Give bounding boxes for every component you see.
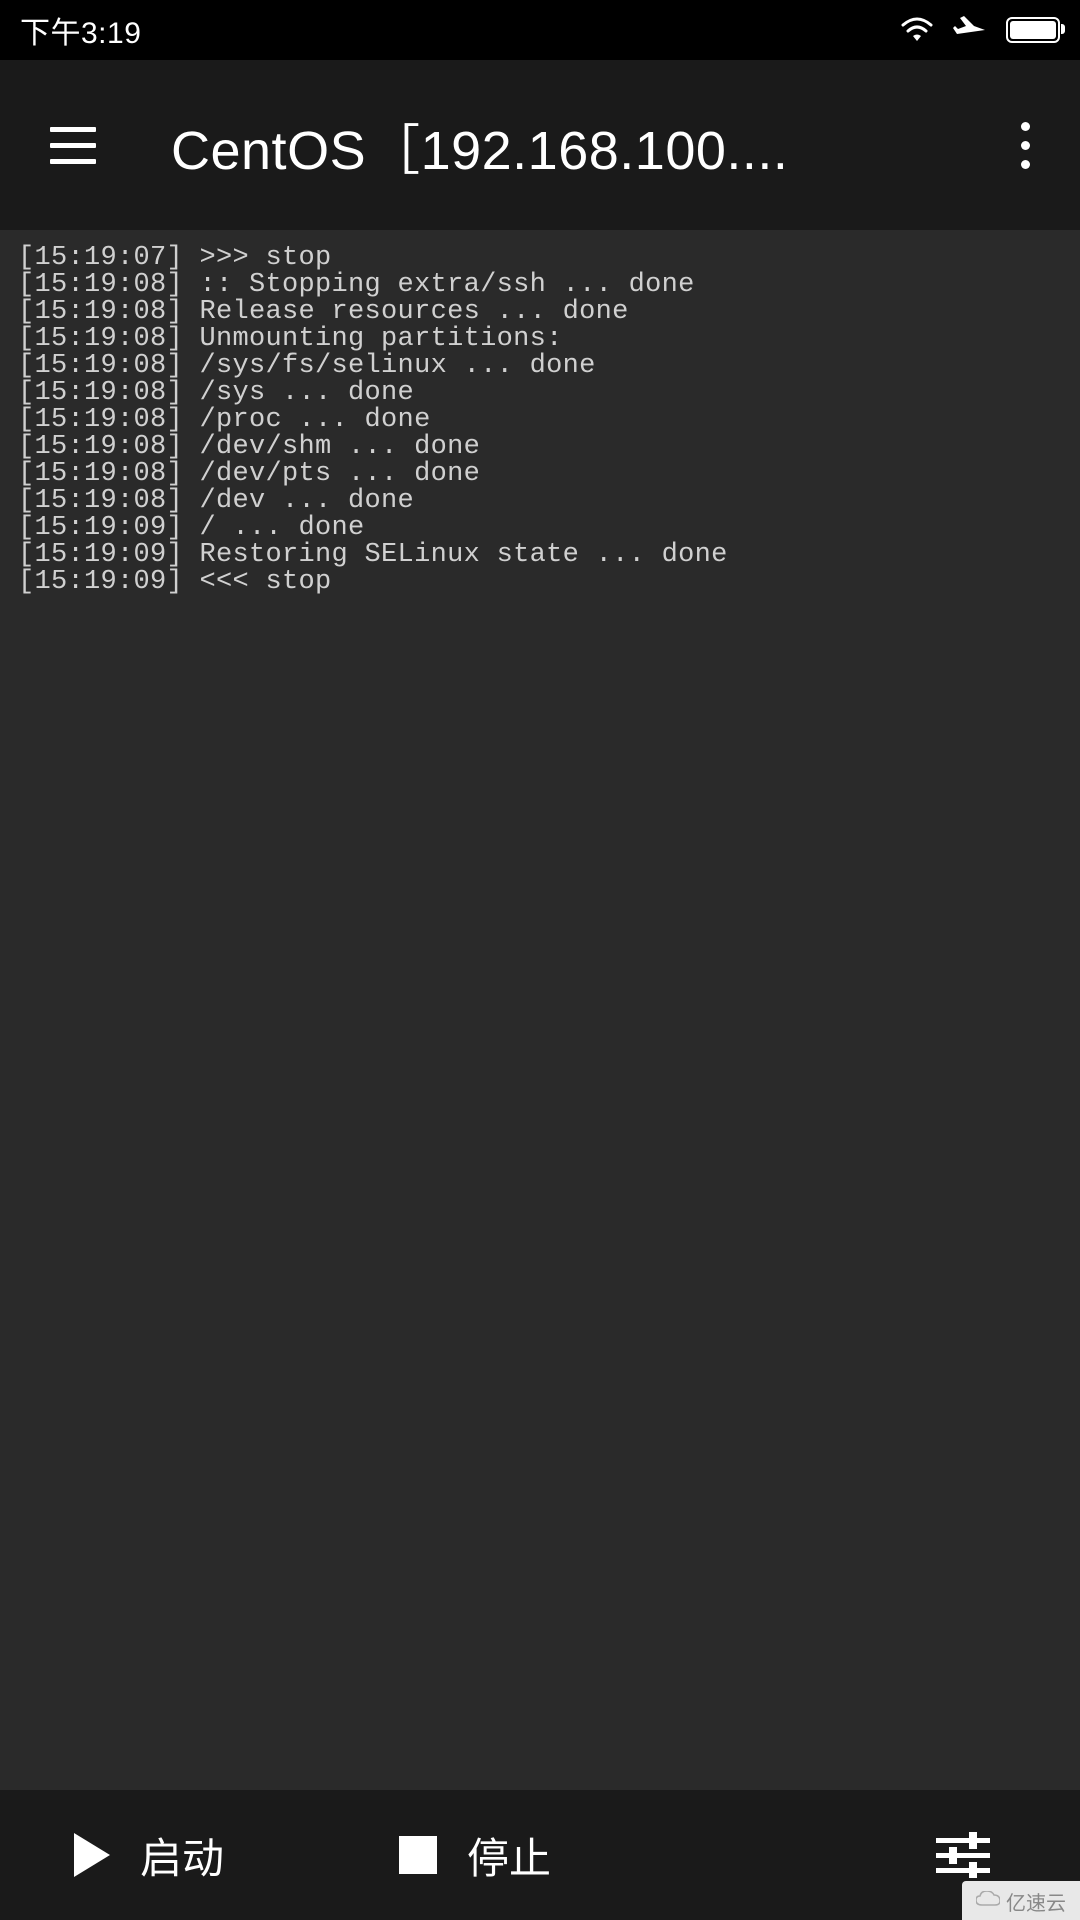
terminal-line: [15:19:08] /dev/shm ... done xyxy=(18,434,1062,461)
status-bar: 下午3:19 xyxy=(0,0,1080,60)
stop-icon xyxy=(399,1836,437,1874)
terminal-line: [15:19:08] :: Stopping extra/ssh ... don… xyxy=(18,272,1062,299)
terminal-line: [15:19:08] /sys/fs/selinux ... done xyxy=(18,353,1062,380)
airplane-icon xyxy=(952,12,988,48)
start-button[interactable]: 启动 xyxy=(74,1825,224,1886)
terminal-line: [15:19:08] /proc ... done xyxy=(18,407,1062,434)
terminal-line: [15:19:08] Unmounting partitions: xyxy=(18,326,1062,353)
watermark-logo-icon xyxy=(976,1891,1000,1912)
start-label: 启动 xyxy=(140,1825,224,1886)
status-time: 下午3:19 xyxy=(20,8,141,52)
page-title: CentOS［192.168.100.... xyxy=(171,106,1011,185)
battery-icon xyxy=(1006,17,1060,43)
play-icon xyxy=(74,1833,110,1877)
watermark-text: 亿速云 xyxy=(1006,1887,1066,1916)
stop-label: 停止 xyxy=(467,1825,551,1886)
terminal-line: [15:19:08] /dev ... done xyxy=(18,488,1062,515)
status-icons xyxy=(900,12,1060,48)
terminal-line: [15:19:09] Restoring SELinux state ... d… xyxy=(18,542,1062,569)
terminal-output[interactable]: [15:19:07] >>> stop [15:19:08] :: Stoppi… xyxy=(0,230,1080,1790)
terminal-line: [15:19:08] Release resources ... done xyxy=(18,299,1062,326)
wifi-icon xyxy=(900,17,934,43)
hamburger-menu-icon[interactable] xyxy=(50,127,96,164)
bottom-toolbar: 启动 停止 xyxy=(0,1790,1080,1920)
app-toolbar: CentOS［192.168.100.... xyxy=(0,60,1080,230)
terminal-line: [15:19:08] /dev/pts ... done xyxy=(18,461,1062,488)
terminal-line: [15:19:07] >>> stop xyxy=(18,245,1062,272)
terminal-line: [15:19:09] <<< stop xyxy=(18,569,1062,596)
stop-button[interactable]: 停止 xyxy=(399,1825,551,1886)
more-options-icon[interactable] xyxy=(1011,112,1040,179)
settings-icon[interactable] xyxy=(936,1832,990,1878)
terminal-line: [15:19:09] / ... done xyxy=(18,515,1062,542)
terminal-line: [15:19:08] /sys ... done xyxy=(18,380,1062,407)
watermark: 亿速云 xyxy=(962,1881,1080,1920)
